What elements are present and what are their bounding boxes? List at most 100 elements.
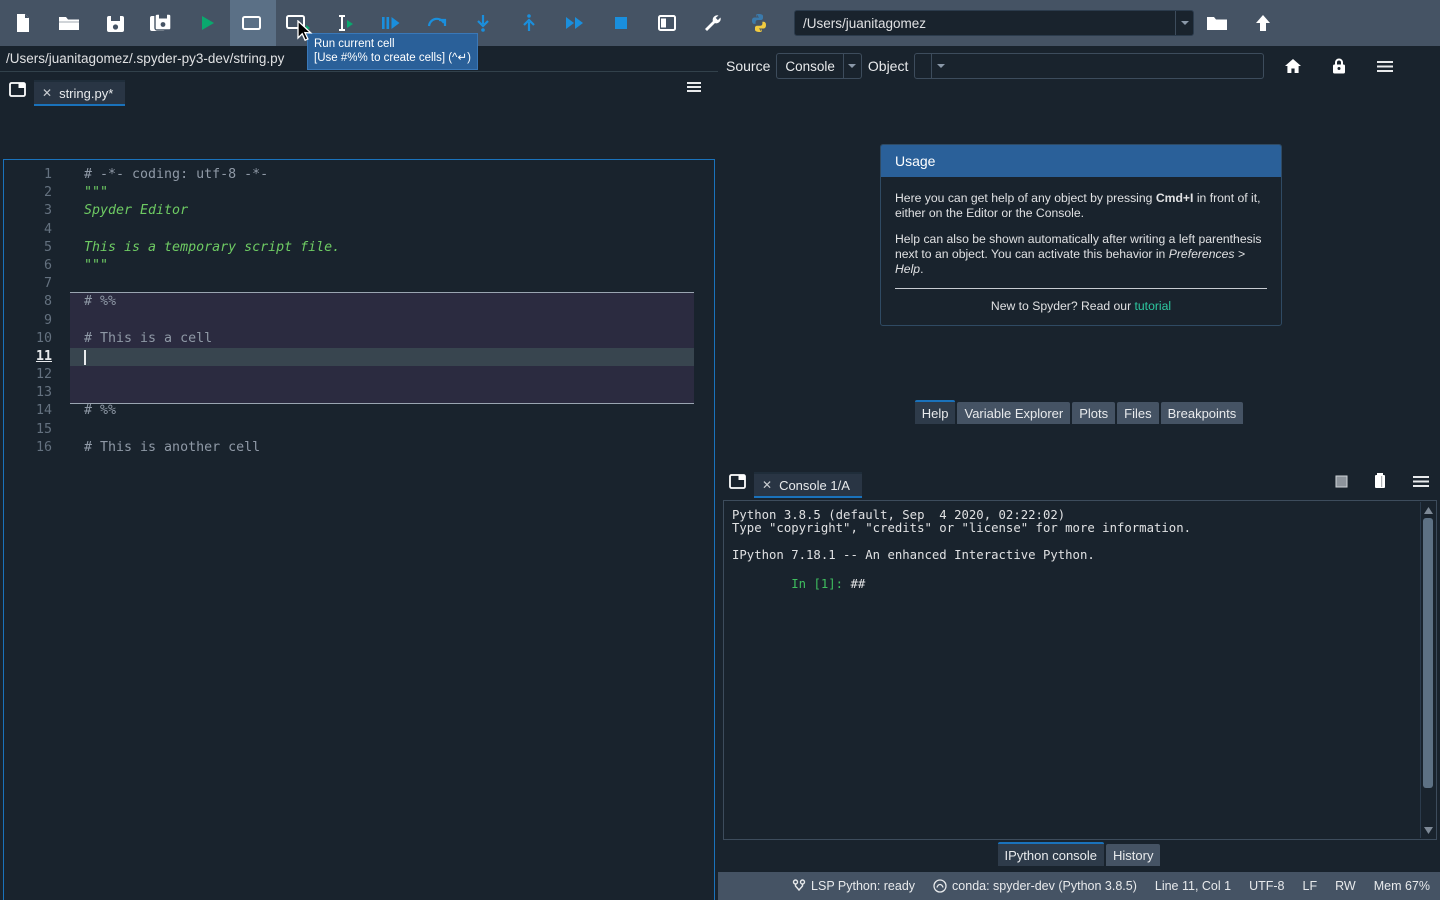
working-directory-area: /Users/juanitagomez (794, 0, 1440, 46)
line-number: 12 (4, 366, 52, 384)
tutorial-link[interactable]: tutorial (1135, 299, 1172, 313)
tab-help[interactable]: Help (915, 400, 956, 424)
tab-files[interactable]: Files (1117, 402, 1158, 424)
help-object-combo[interactable] (914, 53, 1264, 79)
preferences-button[interactable] (690, 0, 736, 46)
code-line: 3Spyder Editor (4, 202, 714, 220)
usage-paragraph-2: Help can also be shown automatically aft… (895, 232, 1267, 277)
tab-variable-explorer[interactable]: Variable Explorer (957, 402, 1070, 424)
line-number: 3 (4, 202, 52, 220)
hamburger-menu-icon (686, 80, 702, 94)
status-conda: conda: spyder-dev (Python 3.8.5) (933, 879, 1137, 893)
tooltip-line-2: [Use #%% to create cells] (^↵) (314, 51, 471, 65)
object-label: Object (868, 58, 908, 74)
line-number: 16 (4, 439, 52, 457)
scroll-up-icon[interactable] (1421, 503, 1436, 517)
main-toolbar: /Users/juanitagomez (0, 0, 1440, 46)
line-number: 8 (4, 293, 52, 311)
run-selection-icon (333, 12, 357, 34)
help-content: Usage Here you can get help of any objec… (720, 86, 1440, 424)
stop-debugging-button[interactable] (598, 0, 644, 46)
usage-footer-text: New to Spyder? Read our (991, 299, 1135, 313)
console-remove-button[interactable] (1372, 472, 1388, 495)
source-label: Source (726, 58, 770, 74)
line-text: # %% (70, 293, 116, 311)
maximize-pane-icon (656, 13, 678, 33)
chevron-down-icon[interactable] (931, 54, 949, 78)
close-icon[interactable]: ✕ (762, 478, 772, 492)
code-line: 16# This is another cell (4, 439, 714, 457)
lock-icon (1331, 57, 1347, 75)
line-number: 7 (4, 275, 52, 293)
console-prompt-input: ## (843, 577, 865, 591)
tab-history[interactable]: History (1106, 844, 1160, 866)
conda-icon (933, 879, 947, 893)
editor-pane: /Users/juanitagomez/.spyder-py3-dev/stri… (0, 46, 718, 872)
line-text: # %% (70, 402, 116, 420)
up-arrow-icon (1252, 12, 1274, 34)
working-directory-value: /Users/juanitagomez (795, 16, 926, 31)
editor-options-button[interactable] (686, 80, 702, 99)
help-toolbar: Source Console Object (720, 46, 1440, 86)
parent-directory-button[interactable] (1240, 0, 1286, 46)
editor-tab-string-py[interactable]: ✕ string.py* (34, 80, 125, 106)
line-number: 15 (4, 421, 52, 439)
chevron-down-icon[interactable] (843, 54, 861, 78)
python-path-manager-button[interactable] (736, 0, 782, 46)
console-output-area[interactable]: Python 3.8.5 (default, Sep 4 2020, 02:22… (723, 500, 1437, 840)
code-lines: 1# -*- coding: utf-8 -*-2"""3Spyder Edit… (4, 166, 714, 457)
step-return-button[interactable] (506, 0, 552, 46)
line-number: 10 (4, 330, 52, 348)
line-text: # This is a cell (70, 330, 212, 348)
console-tab-1a[interactable]: ✕ Console 1/A (754, 472, 862, 498)
editor-tab-label: string.py* (59, 86, 113, 101)
code-line: 2""" (4, 184, 714, 202)
step-over-icon (425, 12, 449, 34)
console-browse-tabs-button[interactable] (720, 464, 754, 498)
help-source-combo[interactable]: Console (776, 53, 862, 79)
working-directory-combo[interactable]: /Users/juanitagomez (794, 10, 1194, 36)
console-options-button[interactable] (1412, 474, 1430, 494)
save-all-button[interactable] (138, 0, 184, 46)
continue-execution-button[interactable] (552, 0, 598, 46)
mouse-cursor-icon (297, 20, 315, 44)
tab-ipython-console[interactable]: IPython console (998, 842, 1105, 866)
usage-footer: New to Spyder? Read our tutorial (895, 299, 1267, 313)
console-stop-button[interactable] (1335, 475, 1348, 493)
save-file-button[interactable] (92, 0, 138, 46)
console-scrollbar[interactable] (1420, 502, 1435, 838)
console-prompt-line: In [1]: ## (724, 562, 1436, 605)
help-lock-button[interactable] (1316, 43, 1362, 89)
branch-icon (792, 879, 806, 893)
home-icon (1284, 57, 1302, 75)
tab-breakpoints[interactable]: Breakpoints (1161, 402, 1244, 424)
code-editor[interactable]: 1# -*- coding: utf-8 -*-2"""3Spyder Edit… (3, 159, 715, 900)
python-logo-icon (748, 12, 770, 34)
help-options-button[interactable] (1362, 43, 1408, 89)
tab-plots[interactable]: Plots (1072, 402, 1115, 424)
status-lsp-label: LSP Python: ready (811, 879, 915, 893)
run-current-cell-button[interactable] (230, 0, 276, 46)
browse-directory-button[interactable] (1194, 0, 1240, 46)
editor-browse-tabs-button[interactable] (0, 72, 34, 106)
status-permission: RW (1335, 879, 1356, 893)
open-file-button[interactable] (46, 0, 92, 46)
line-number: 14 (4, 402, 52, 420)
chevron-down-icon[interactable] (1175, 11, 1193, 35)
run-file-button[interactable] (184, 0, 230, 46)
help-panel-tabs: HelpVariable ExplorerPlotsFilesBreakpoin… (720, 398, 1440, 424)
status-lsp: LSP Python: ready (792, 879, 915, 893)
usage-p1-text-a: Here you can get help of any object by p… (895, 191, 1156, 205)
scroll-down-icon[interactable] (1421, 823, 1436, 837)
status-cursor-position: Line 11, Col 1 (1155, 879, 1231, 893)
help-home-button[interactable] (1270, 43, 1316, 89)
code-line: 14 # %% (4, 402, 714, 420)
console-prompt: In [1]: (791, 577, 843, 591)
scrollbar-thumb[interactable] (1423, 518, 1433, 788)
maximize-pane-button[interactable] (644, 0, 690, 46)
usage-card: Usage Here you can get help of any objec… (880, 144, 1282, 326)
stop-square-icon (611, 13, 631, 33)
code-line: 1# -*- coding: utf-8 -*- (4, 166, 714, 184)
new-file-button[interactable] (0, 0, 46, 46)
close-icon[interactable]: ✕ (42, 86, 52, 100)
